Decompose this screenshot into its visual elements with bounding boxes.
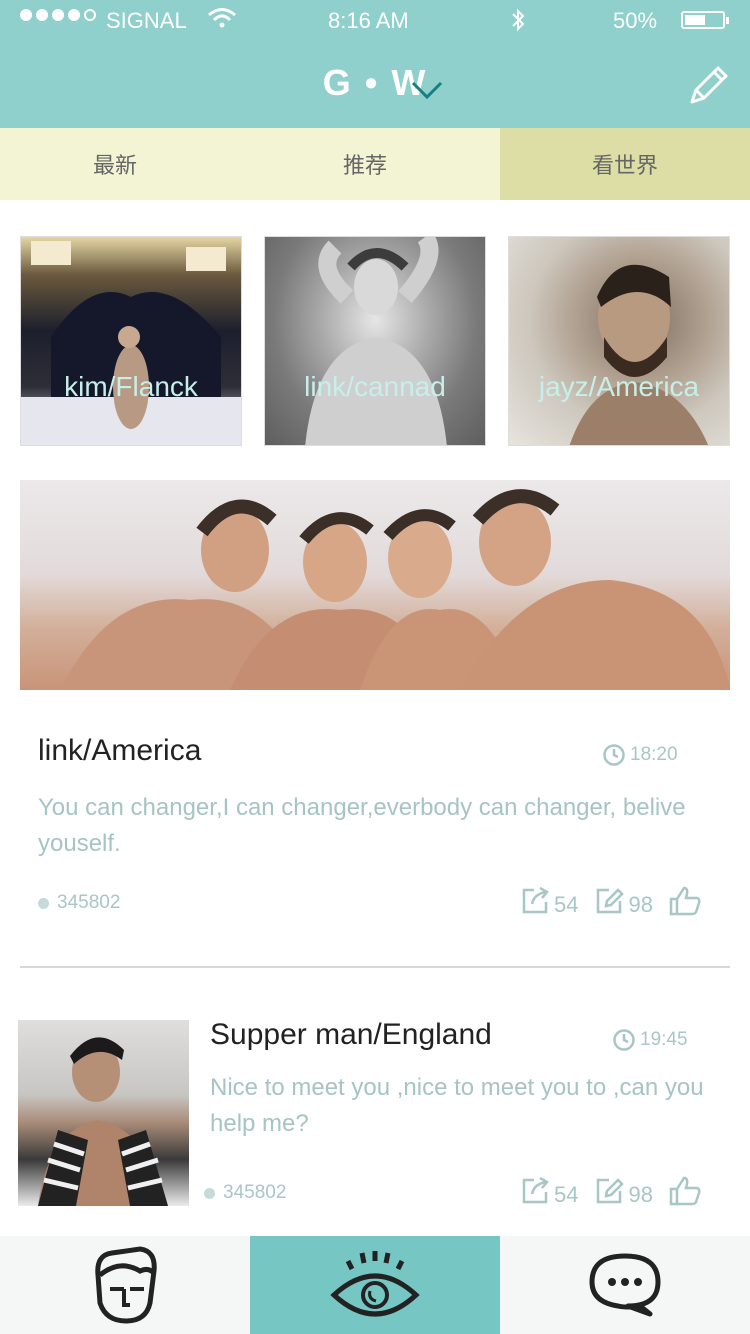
featured-user-card[interactable]: link/cannad xyxy=(264,236,486,446)
view-dot-icon xyxy=(204,1187,215,1199)
wifi-icon xyxy=(207,6,237,36)
post-time-text: 19:45 xyxy=(640,1029,688,1050)
banner-image[interactable] xyxy=(20,480,730,690)
battery-percent: 50% xyxy=(613,8,658,33)
compose-button[interactable] xyxy=(686,62,732,108)
comment-button[interactable]: 98 xyxy=(594,1176,653,1207)
app-header: SIGNAL 8:16 AM 50% G • W xyxy=(0,0,750,128)
signal-strength-icon xyxy=(20,9,96,21)
post-author-photo[interactable] xyxy=(18,1020,189,1206)
clock-icon xyxy=(613,1029,635,1051)
tab-world[interactable]: 看世界 xyxy=(500,128,750,200)
post-time: 19:45 xyxy=(612,1028,688,1052)
post-title[interactable]: Supper man/England xyxy=(210,1018,492,1052)
portrait-photo xyxy=(305,237,447,445)
status-time: 8:16 AM xyxy=(328,8,409,33)
post-views-count: 345802 xyxy=(57,892,121,913)
edit-icon xyxy=(597,888,625,914)
face-icon xyxy=(95,1246,157,1324)
post-time: 18:20 xyxy=(602,743,678,767)
comment-count: 98 xyxy=(628,1182,653,1207)
thumbs-up-icon xyxy=(669,1176,701,1206)
comment-button[interactable]: 98 xyxy=(594,886,653,917)
battery-icon xyxy=(681,11,729,29)
share-icon xyxy=(522,886,549,914)
post-actions: 54 98 xyxy=(520,1176,717,1206)
featured-user-card[interactable]: kim/Flanck xyxy=(20,236,242,446)
post-actions: 54 98 xyxy=(520,886,717,916)
post-divider xyxy=(20,966,730,968)
share-button[interactable]: 54 xyxy=(520,886,578,916)
tab-recommended[interactable]: 推荐 xyxy=(230,128,500,200)
portrait-photo xyxy=(38,1037,168,1206)
like-button[interactable] xyxy=(669,1176,701,1206)
share-count: 54 xyxy=(554,892,579,917)
pencil-icon xyxy=(690,66,728,104)
post-body: You can changer,I can changer,everbody c… xyxy=(38,794,686,857)
post-time-text: 18:20 xyxy=(630,744,678,765)
post-title[interactable]: link/America xyxy=(38,734,201,768)
featured-user-label: jayz/America xyxy=(538,371,700,402)
nav-profile-button[interactable] xyxy=(0,1236,250,1334)
group-photo xyxy=(60,489,730,690)
bluetooth-icon xyxy=(509,6,527,40)
share-icon xyxy=(522,1176,549,1204)
bedroom-photo xyxy=(21,241,241,445)
clock-icon xyxy=(603,744,625,766)
bottom-navigation xyxy=(0,1236,750,1334)
post-views: 345802 xyxy=(204,1182,286,1204)
like-button[interactable] xyxy=(669,886,701,916)
eye-icon xyxy=(330,1251,420,1317)
category-tabs: 最新 推荐 看世界 xyxy=(0,128,750,200)
comment-count: 98 xyxy=(628,892,653,917)
chevron-down-icon xyxy=(410,68,444,110)
featured-user-label: kim/Flanck xyxy=(64,371,198,402)
post-body: Nice to meet you ,nice to meet you to ,c… xyxy=(210,1074,704,1137)
edit-icon xyxy=(597,1178,625,1204)
chat-bubble-icon xyxy=(589,1253,661,1317)
portrait-photo xyxy=(569,264,709,445)
post-views: 345802 xyxy=(38,892,120,914)
status-bar: SIGNAL 8:16 AM 50% xyxy=(0,0,750,40)
view-dot-icon xyxy=(38,897,49,909)
thumbs-up-icon xyxy=(669,886,701,916)
featured-user-card[interactable]: jayz/America xyxy=(508,236,730,446)
app-title[interactable]: G • W xyxy=(0,62,750,104)
tab-latest[interactable]: 最新 xyxy=(0,128,230,200)
nav-discover-button[interactable] xyxy=(250,1236,500,1334)
featured-user-label: link/cannad xyxy=(304,371,446,402)
nav-messages-button[interactable] xyxy=(500,1236,750,1334)
post-views-count: 345802 xyxy=(223,1182,287,1203)
share-button[interactable]: 54 xyxy=(520,1176,578,1206)
carrier-name: SIGNAL xyxy=(106,8,187,33)
share-count: 54 xyxy=(554,1182,579,1207)
